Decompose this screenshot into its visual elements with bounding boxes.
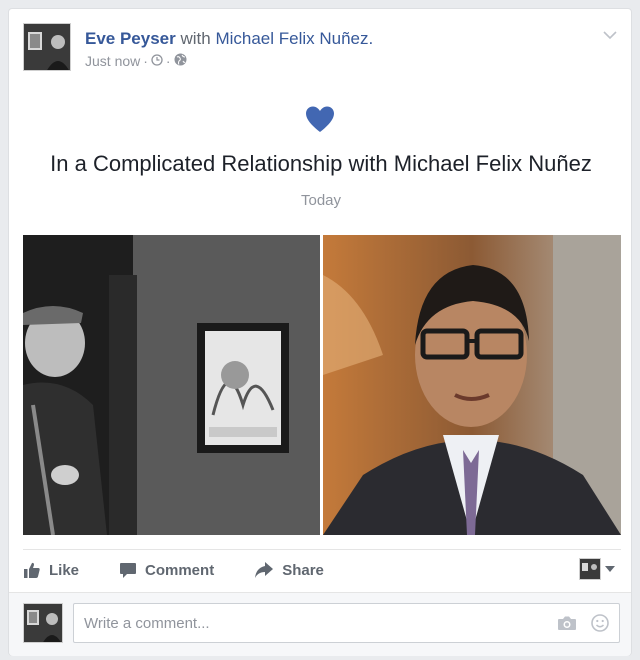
post-card: Eve Peyser with Michael Felix Nuñez. Jus… <box>8 8 632 656</box>
comment-placeholder: Write a comment... <box>84 614 210 632</box>
post-as-selector[interactable] <box>579 558 615 580</box>
caret-down-icon <box>605 560 615 578</box>
comment-button[interactable]: Comment <box>119 561 214 579</box>
like-label: Like <box>49 561 80 579</box>
globe-icon[interactable] <box>174 53 187 69</box>
separator-dot: · <box>165 53 171 69</box>
commenter-avatar[interactable] <box>23 603 63 643</box>
thumbs-up-icon <box>23 561 41 579</box>
post-meta: Just now · · <box>85 53 187 69</box>
share-label: Share <box>282 561 324 579</box>
life-event-title: In a Complicated Relationship with Micha… <box>50 151 592 176</box>
author-avatar[interactable] <box>23 23 71 71</box>
life-event-date: Today <box>300 192 342 209</box>
post-actions: Like Comment Share <box>23 557 324 583</box>
comment-composer: Write a comment... <box>9 592 631 656</box>
comment-bubble-icon <box>119 561 137 579</box>
emoji-icon[interactable] <box>591 614 609 636</box>
share-button[interactable]: Share <box>254 561 324 579</box>
timestamp[interactable]: Just now <box>85 53 140 69</box>
like-button[interactable]: Like <box>23 561 79 579</box>
separator-dot: · <box>143 53 148 69</box>
viewer-avatar <box>579 558 601 580</box>
share-arrow-icon <box>254 561 274 579</box>
chevron-down-icon[interactable] <box>603 27 617 45</box>
author-line: Eve Peyser with Michael Felix Nuñez. <box>85 29 373 49</box>
camera-icon[interactable] <box>557 615 577 635</box>
comment-label: Comment <box>145 561 215 579</box>
with-text: with <box>180 29 211 48</box>
tagged-person-link[interactable]: Michael Felix Nuñez. <box>215 29 373 48</box>
clock-icon <box>151 53 163 69</box>
author-name-link[interactable]: Eve Peyser <box>85 29 176 48</box>
photo-left[interactable] <box>23 235 320 535</box>
actions-divider <box>23 549 621 550</box>
photo-right[interactable] <box>323 235 621 535</box>
heart-icon <box>305 105 335 135</box>
comment-input[interactable]: Write a comment... <box>73 603 620 643</box>
comment-tools <box>557 614 609 636</box>
